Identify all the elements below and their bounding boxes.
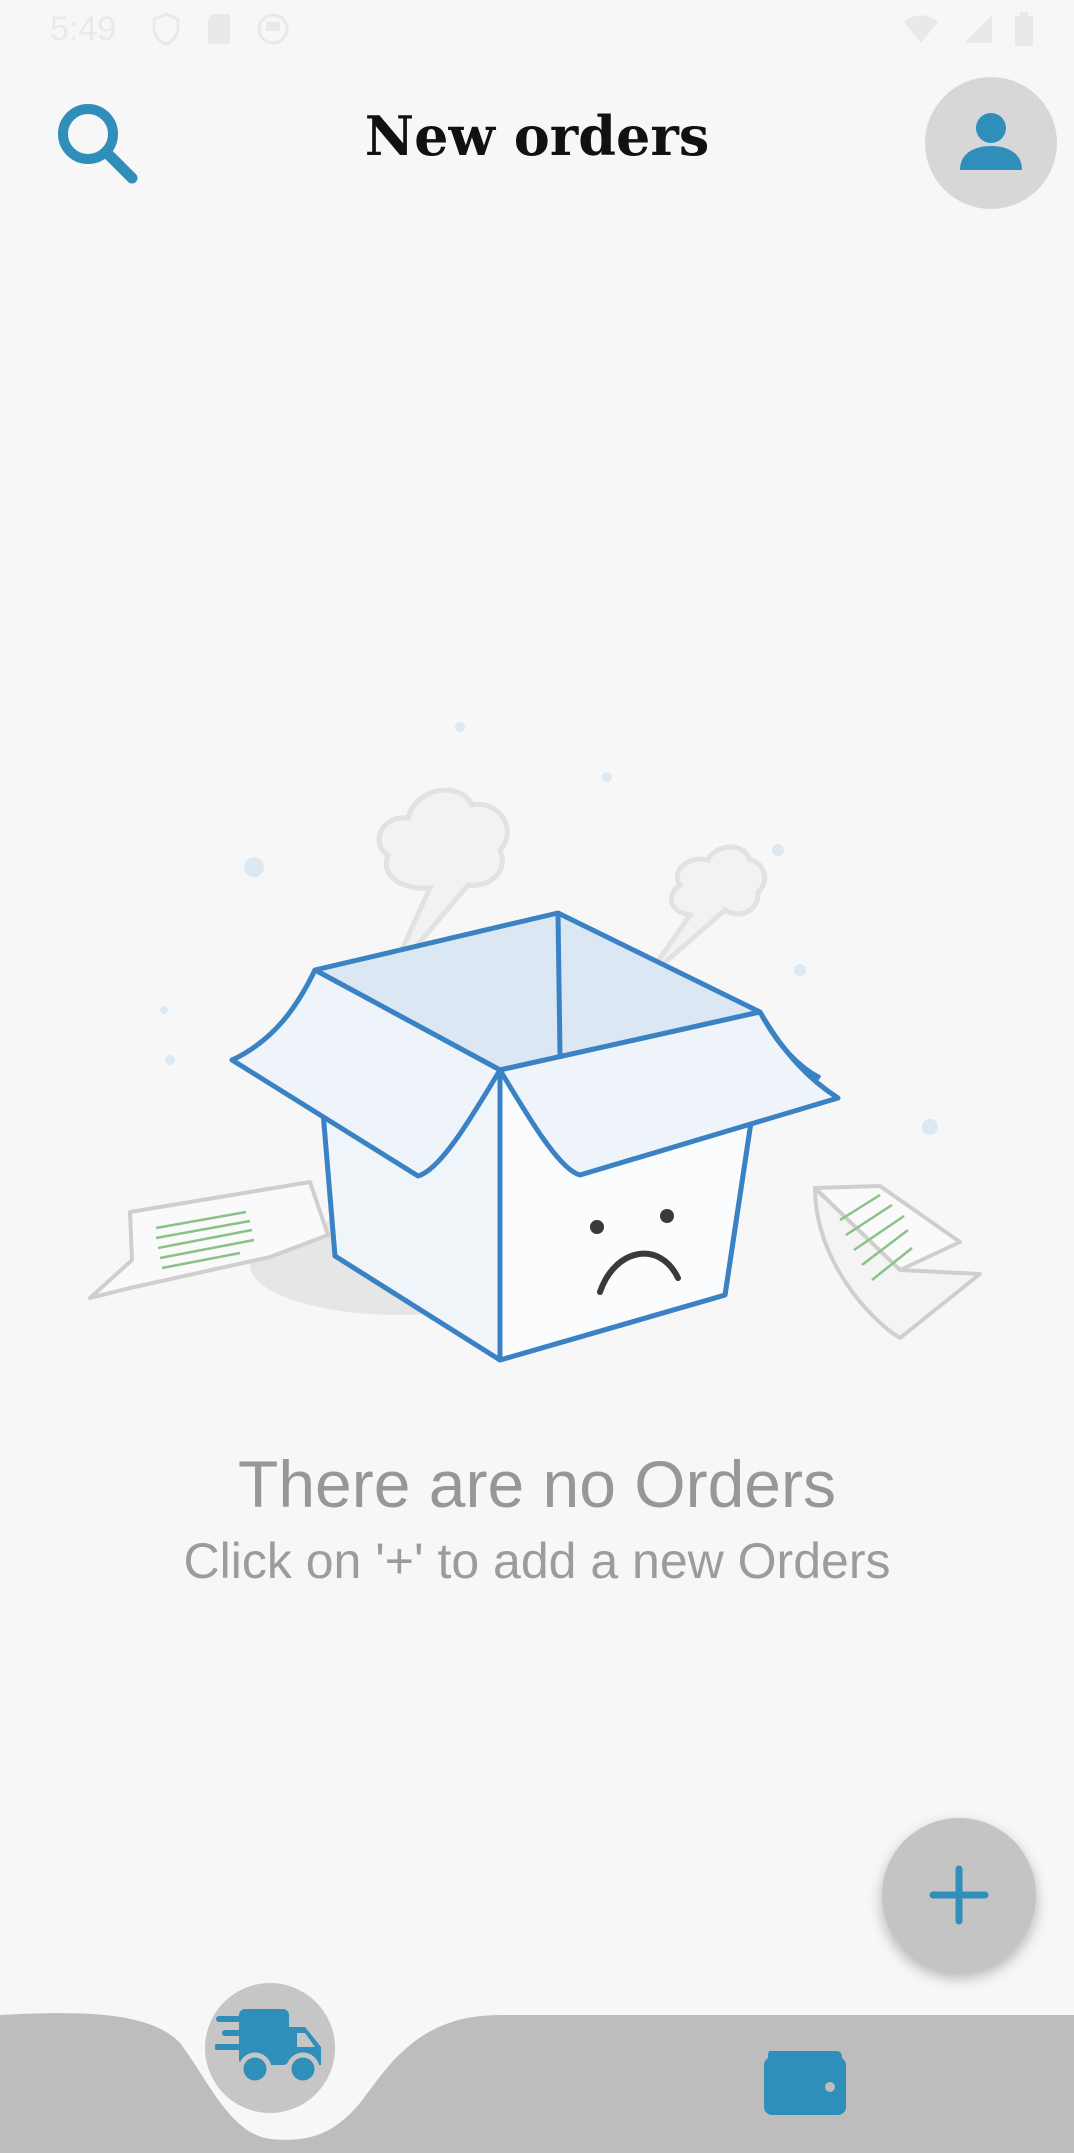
bottom-navigation [0,1983,1074,2153]
signal-icon [964,15,992,43]
nav-item-orders[interactable] [205,1983,335,2113]
status-icons-left [150,12,290,46]
add-order-button[interactable] [882,1818,1036,1972]
empty-state-title: There are no Orders [238,1447,836,1521]
wallet-icon [764,2051,846,2115]
nav-item-wallet[interactable] [760,2043,860,2123]
app-bar: New orders [0,66,1074,216]
wifi-icon [904,15,938,43]
status-time: 5:49 [50,10,117,48]
person-icon [960,113,1022,170]
notification-icon [257,13,289,45]
plus-icon [929,1865,989,1925]
status-bar: 5:49 [0,0,1074,66]
profile-button[interactable] [925,77,1057,209]
page-title: New orders [364,104,710,168]
empty-box-illustration [70,700,990,1380]
empty-state-subtitle: Click on '+' to add a new Orders [183,1533,891,1589]
bottom-nav-background [0,2013,1074,2153]
status-icons-right [902,12,1034,46]
shield-icon [152,12,180,46]
delivery-truck-icon [215,2009,321,2086]
paper-right [813,1184,982,1340]
sim-card-icon [208,14,230,44]
battery-icon [1015,12,1033,46]
